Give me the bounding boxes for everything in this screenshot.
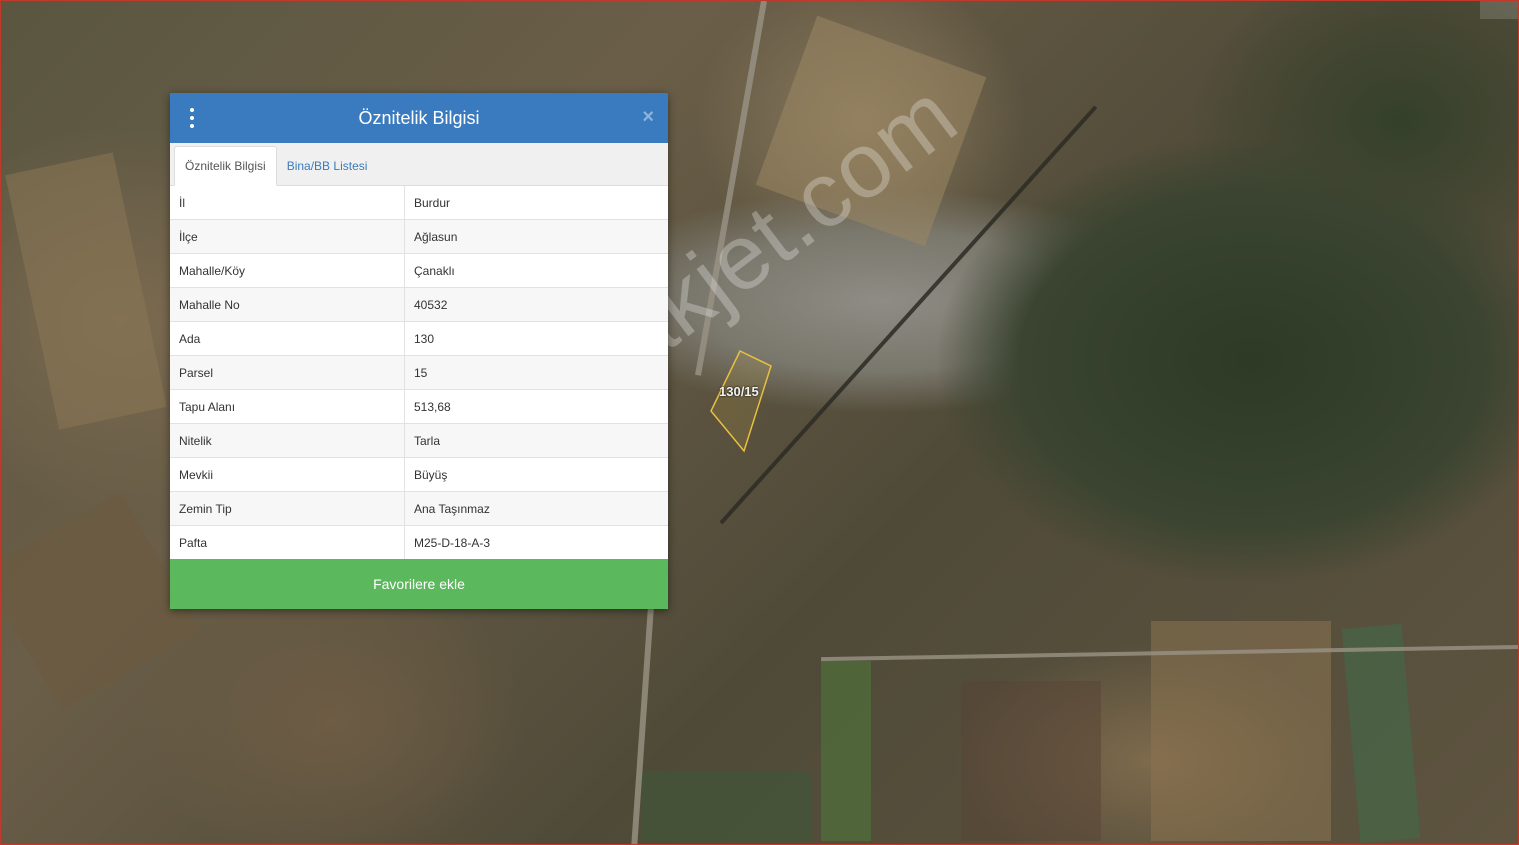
- row-value: 40532: [404, 287, 668, 322]
- row-value: Tarla: [404, 423, 668, 458]
- table-row: Mahalle/Köy Çanaklı: [170, 253, 668, 288]
- close-icon[interactable]: ×: [642, 106, 654, 129]
- attribute-popup: Öznitelik Bilgisi × Öznitelik Bilgisi Bi…: [170, 93, 668, 609]
- table-row: Pafta M25-D-18-A-3: [170, 525, 668, 559]
- map-corner-control[interactable]: [1480, 1, 1518, 19]
- table-row: Mevkii Büyüş: [170, 457, 668, 492]
- row-value: Ağlasun: [404, 219, 668, 254]
- attribute-table: İl Burdur İlçe Ağlasun Mahalle/Köy Çanak…: [170, 186, 668, 559]
- table-row: Tapu Alanı 513,68: [170, 389, 668, 424]
- row-key: Zemin Tip: [170, 491, 405, 526]
- row-value: 513,68: [404, 389, 668, 424]
- row-value: 15: [404, 355, 668, 390]
- popup-title: Öznitelik Bilgisi: [358, 107, 480, 128]
- row-key: Mahalle/Köy: [170, 253, 405, 288]
- row-key: Mahalle No: [170, 287, 405, 322]
- row-key: Mevkii: [170, 457, 405, 492]
- row-key: İlçe: [170, 219, 405, 254]
- table-row: Mahalle No 40532: [170, 287, 668, 322]
- table-row: Zemin Tip Ana Taşınmaz: [170, 491, 668, 526]
- table-row: Nitelik Tarla: [170, 423, 668, 458]
- row-key: Ada: [170, 321, 405, 356]
- tab-attributes[interactable]: Öznitelik Bilgisi: [174, 146, 277, 186]
- row-value: Çanaklı: [404, 253, 668, 288]
- row-key: Nitelik: [170, 423, 405, 458]
- row-value: M25-D-18-A-3: [404, 525, 668, 559]
- field-patch: [641, 771, 811, 841]
- table-row: Parsel 15: [170, 355, 668, 390]
- table-row: Ada 130: [170, 321, 668, 356]
- add-to-favorites-button[interactable]: Favorilere ekle: [170, 559, 668, 609]
- parcel-label: 130/15: [719, 384, 759, 399]
- table-row: İl Burdur: [170, 186, 668, 220]
- field-patch: [961, 681, 1101, 841]
- table-row: İlçe Ağlasun: [170, 219, 668, 254]
- tab-bar: Öznitelik Bilgisi Bina/BB Listesi: [170, 143, 668, 186]
- row-key: İl: [170, 186, 405, 220]
- popup-header: Öznitelik Bilgisi ×: [170, 93, 668, 143]
- parcel-outline[interactable]: [706, 346, 776, 456]
- field-patch: [1341, 623, 1421, 844]
- row-value: Burdur: [414, 195, 451, 210]
- row-key: Tapu Alanı: [170, 389, 405, 424]
- row-value: 130: [404, 321, 668, 356]
- row-value: Büyüş: [404, 457, 668, 492]
- tab-building-list[interactable]: Bina/BB Listesi: [277, 147, 378, 185]
- row-key: Parsel: [170, 355, 405, 390]
- vertical-dots-icon[interactable]: [188, 108, 196, 128]
- field-patch: [821, 661, 871, 841]
- row-key: Pafta: [170, 525, 405, 559]
- field-patch: [5, 152, 167, 430]
- row-value: Ana Taşınmaz: [404, 491, 668, 526]
